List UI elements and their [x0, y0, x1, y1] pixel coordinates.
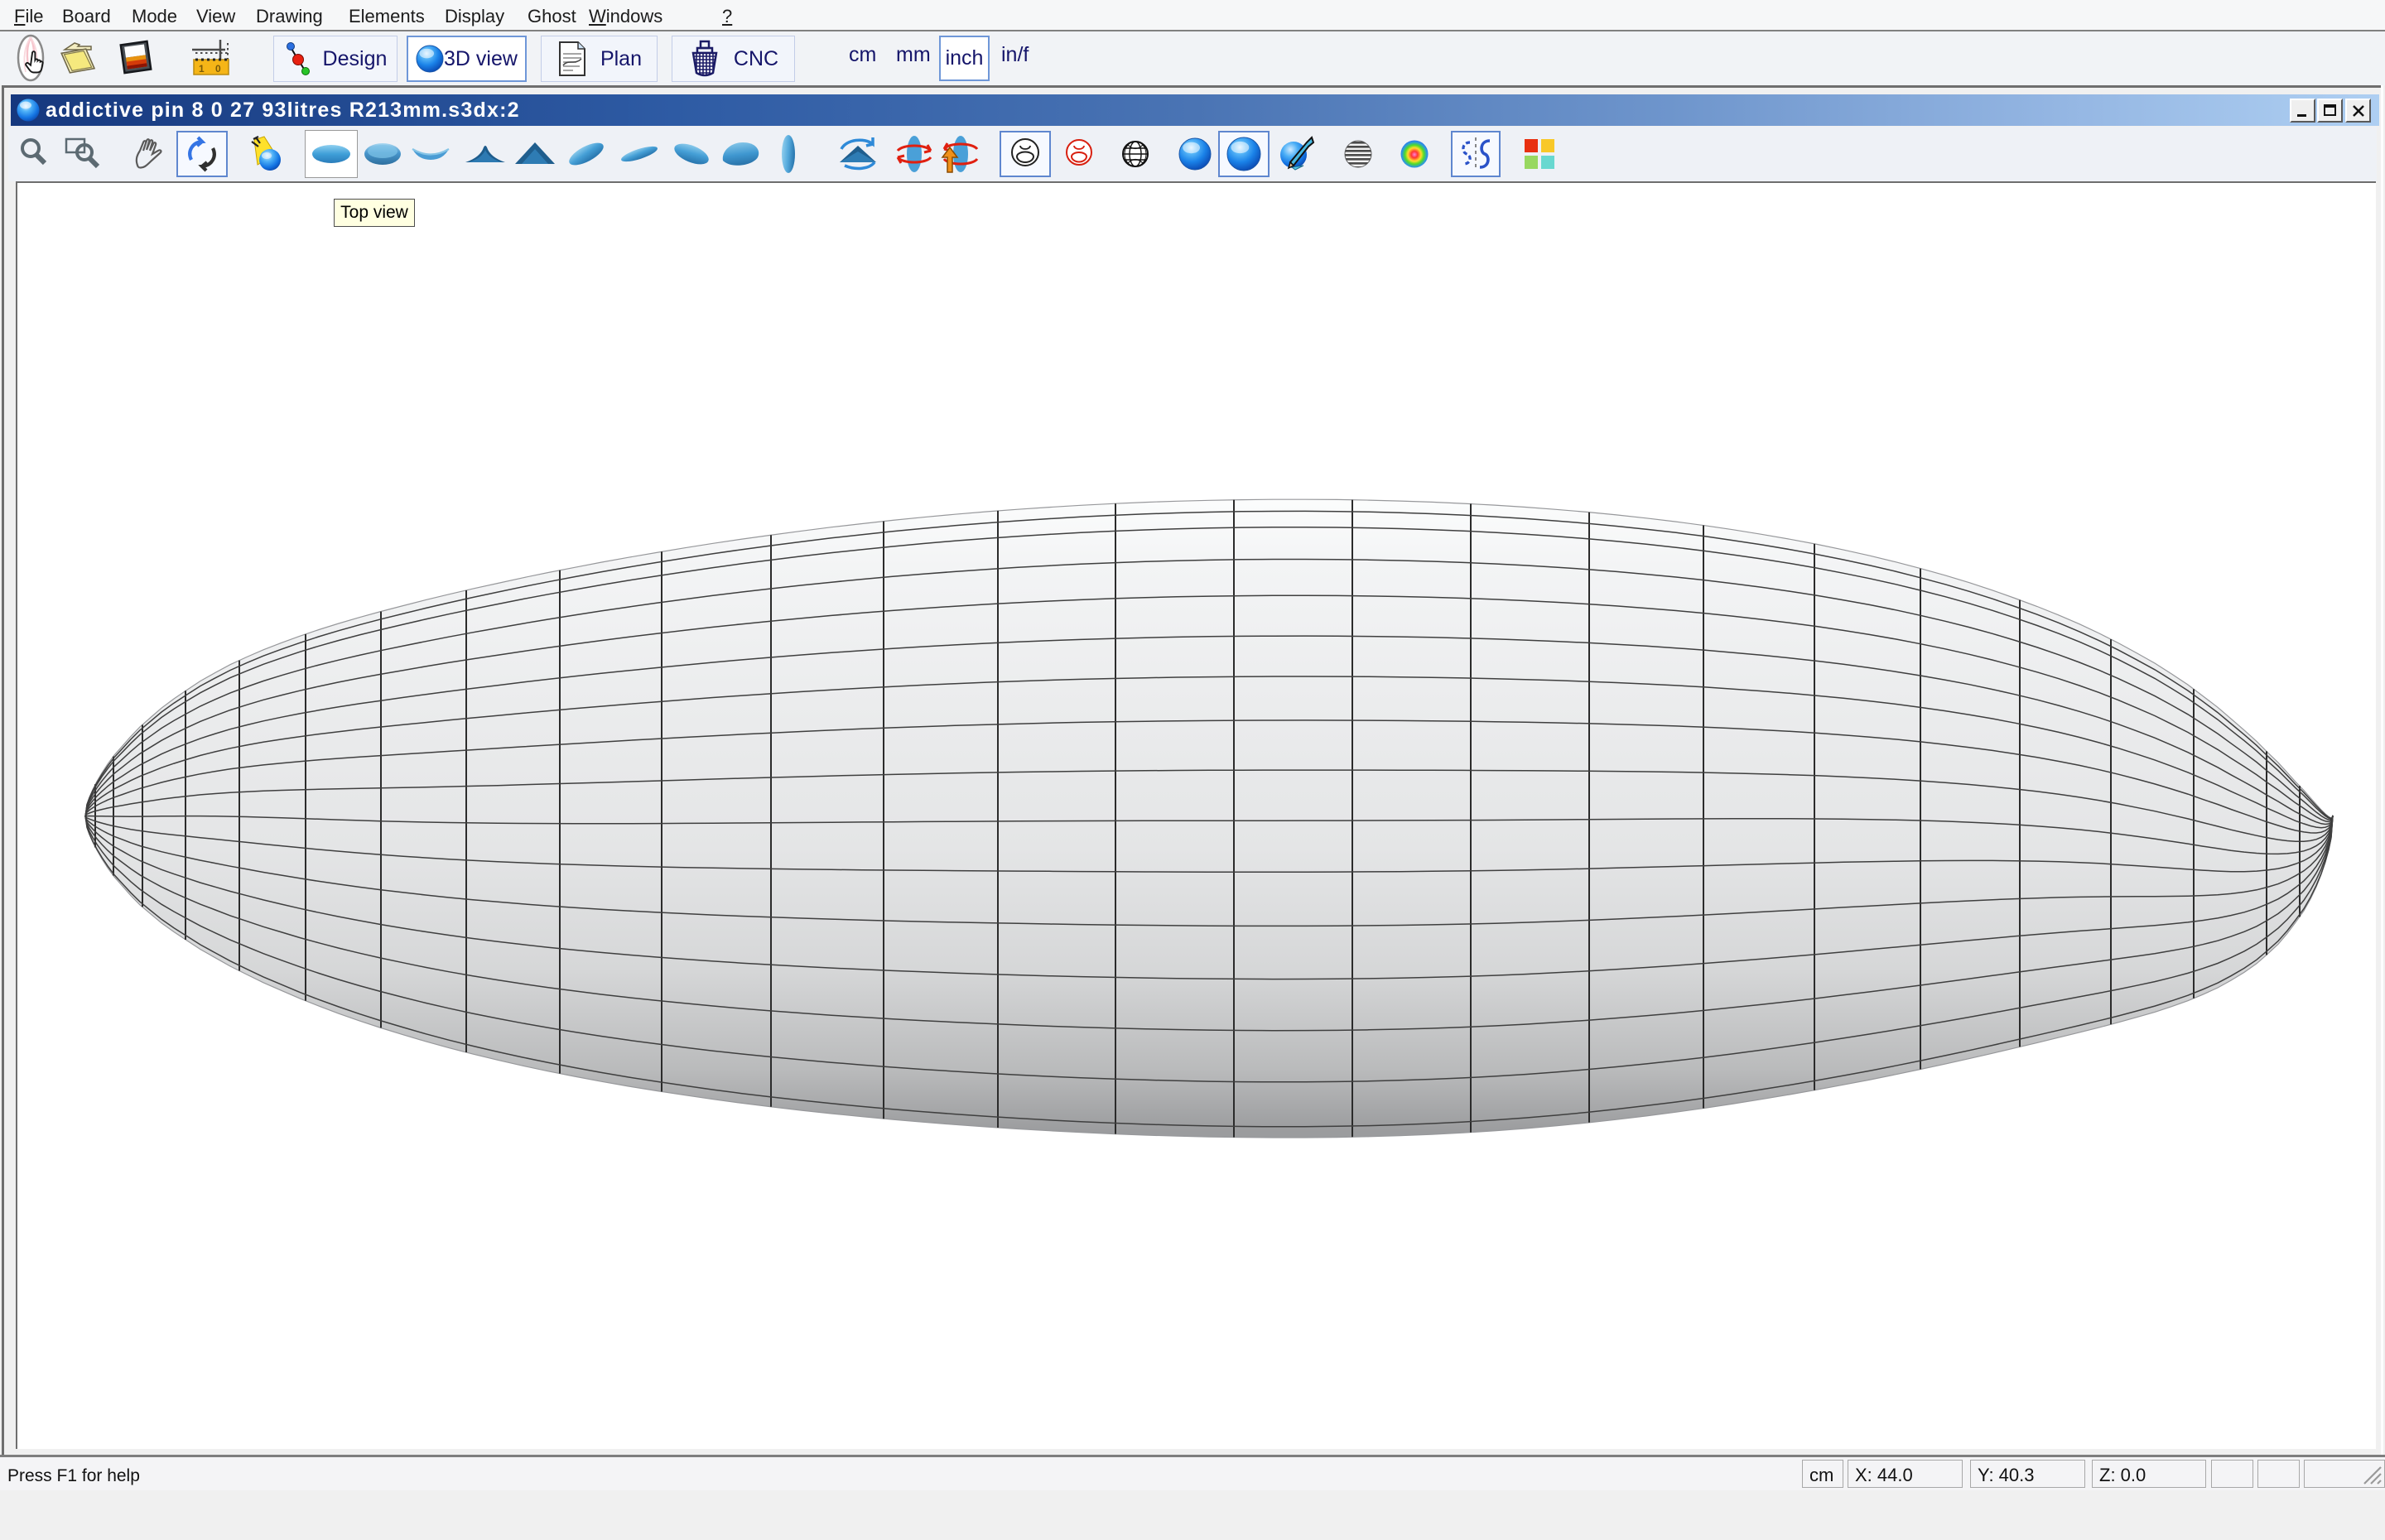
- svg-text:0: 0: [215, 63, 221, 75]
- svg-text:1: 1: [199, 63, 205, 75]
